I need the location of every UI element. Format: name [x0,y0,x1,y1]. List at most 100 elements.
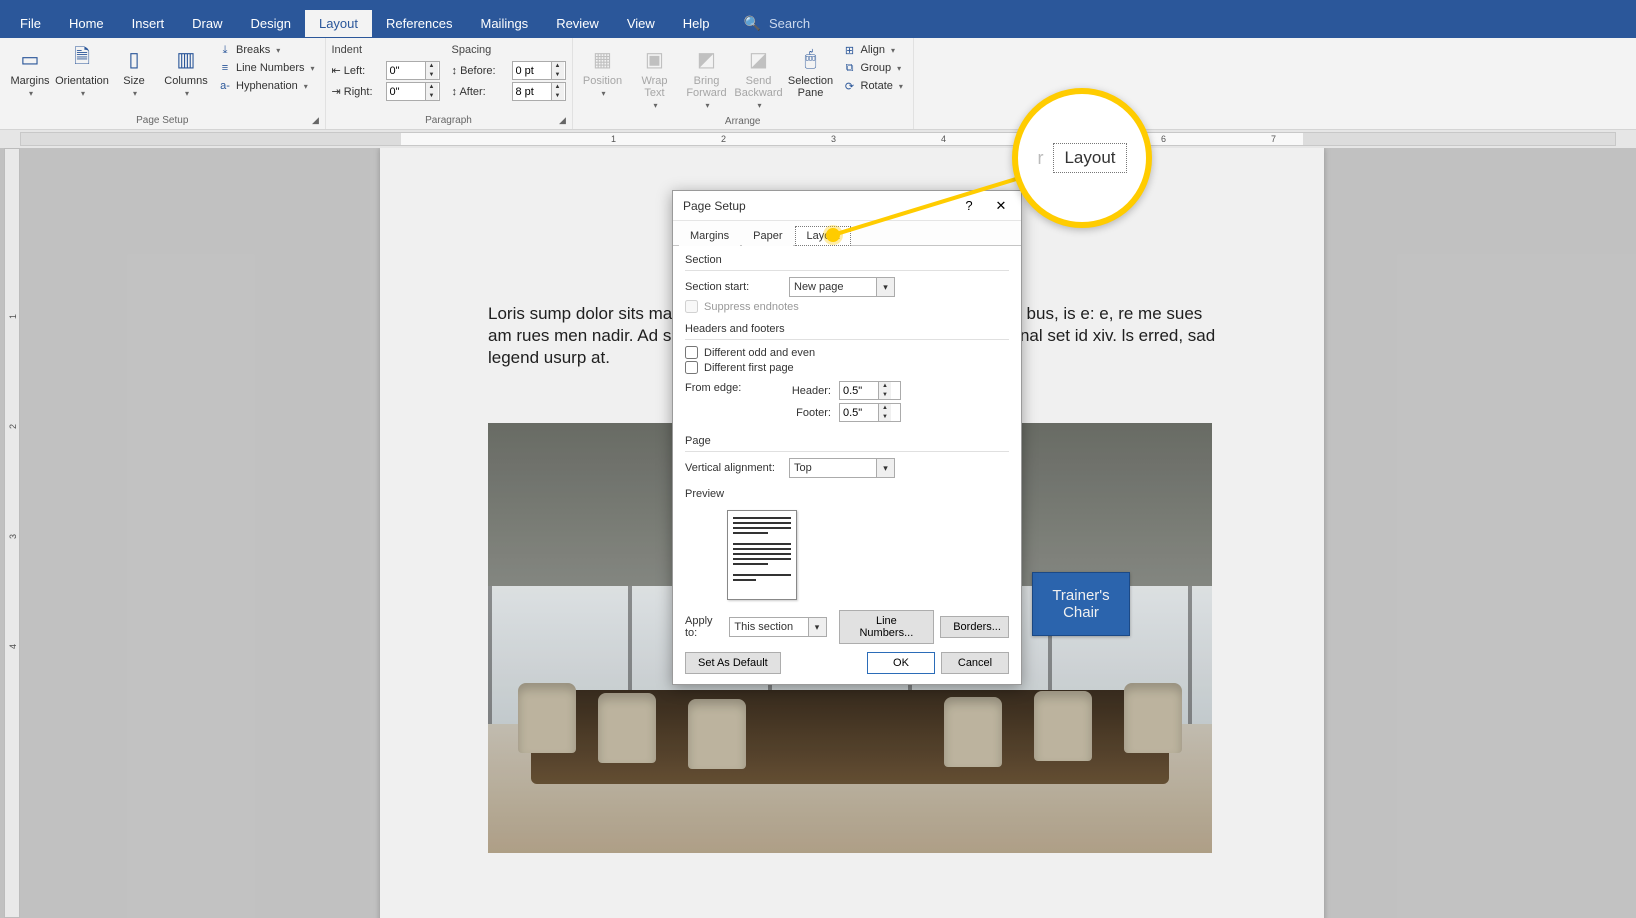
cancel-button[interactable]: Cancel [941,652,1009,674]
page-setup-launcher[interactable]: ◢ [310,114,322,126]
dialog-tab-paper[interactable]: Paper [742,226,793,246]
ribbon-panel: ▭ Margins▾ 🗎 Orientation▾ ▯ Size▾ ▥ Colu… [0,38,1636,130]
breaks-label: Breaks [236,44,270,56]
after-label: ↕ After: [452,86,508,98]
apply-to-label: Apply to: [685,615,723,639]
backward-button[interactable]: ◪Send Backward▾ [735,42,783,113]
first-page-checkbox[interactable] [685,361,698,374]
indent-right-spinner[interactable]: ▲▼ [386,82,440,101]
tab-draw[interactable]: Draw [178,10,236,37]
size-label: Size [123,75,144,87]
tab-layout[interactable]: Layout [305,10,372,37]
orientation-label: Orientation [55,75,109,87]
apply-to-combo[interactable]: This section▾ [729,617,826,637]
odd-even-checkbox[interactable] [685,346,698,359]
columns-label: Columns [164,75,207,87]
align-button[interactable]: ⊞Align▾ [839,42,907,58]
tab-review[interactable]: Review [542,10,613,37]
ok-button[interactable]: OK [867,652,935,674]
set-default-button[interactable]: Set As Default [685,652,781,674]
selection-icon: 🖱 [795,45,827,73]
apply-to-value: This section [730,621,807,633]
section-start-combo[interactable]: New page▾ [789,277,895,297]
header-spinner[interactable]: ▲▼ [839,381,901,400]
indent-right-value[interactable] [387,86,425,98]
line-numbers-button[interactable]: ≡Line Numbers▾ [214,60,319,76]
indent-left-spinner[interactable]: ▲▼ [386,61,440,80]
group-icon: ⧉ [843,61,857,75]
margins-button[interactable]: ▭ Margins▾ [6,42,54,101]
position-icon: ▦ [587,45,619,73]
indent-left-value[interactable] [387,65,425,77]
footer-value[interactable] [840,407,878,419]
mag-layout-tab: Layout [1053,143,1126,173]
indent-heading: Indent [332,42,440,59]
page-heading: Page [685,435,1009,452]
size-button[interactable]: ▯ Size▾ [110,42,158,101]
align-icon: ⊞ [843,43,857,57]
suppress-endnotes-checkbox [685,300,698,313]
columns-button[interactable]: ▥ Columns▾ [162,42,210,101]
from-edge-label: From edge: [685,378,757,425]
spacing-heading: Spacing [452,42,566,59]
selection-pane-button[interactable]: 🖱Selection Pane [787,42,835,102]
align-label: Align [861,44,885,56]
tab-mailings[interactable]: Mailings [467,10,543,37]
before-spinner[interactable]: ▲▼ [512,61,566,80]
borders-btn[interactable]: Borders... [940,616,1009,638]
indent-left-label: ⇤ Left: [332,64,382,77]
paragraph-title: Paragraph [332,112,566,129]
suppress-endnotes-label: Suppress endnotes [704,301,799,313]
valign-combo[interactable]: Top▾ [789,458,895,478]
orientation-icon: 🗎 [66,45,98,73]
section-start-label: Section start: [685,281,781,293]
before-value[interactable] [513,65,551,77]
tab-file[interactable]: File [6,10,55,37]
tab-insert[interactable]: Insert [118,10,179,37]
tab-view[interactable]: View [613,10,669,37]
footer-spinner[interactable]: ▲▼ [839,403,901,422]
tab-help[interactable]: Help [669,10,724,37]
dialog-tab-margins[interactable]: Margins [679,226,740,246]
position-label: Position [583,75,622,87]
group-button[interactable]: ⧉Group▾ [839,60,907,76]
rotate-label: Rotate [861,80,893,92]
rotate-button[interactable]: ⟳Rotate▾ [839,78,907,94]
search-icon: 🔍 [744,15,761,32]
mag-left: r [1037,148,1043,169]
tell-me[interactable]: 🔍 [744,15,889,32]
breaks-button[interactable]: ⤓Breaks▾ [214,42,319,58]
tab-home[interactable]: Home [55,10,118,37]
hyphenation-button[interactable]: a-Hyphenation▾ [214,78,319,94]
header-value[interactable] [840,385,878,397]
forward-button[interactable]: ◩Bring Forward▾ [683,42,731,113]
size-icon: ▯ [118,45,150,73]
search-input[interactable] [769,16,889,31]
tab-references[interactable]: References [372,10,466,37]
ribbon-tabs: File Home Insert Draw Design Layout Refe… [0,8,1636,38]
hf-heading: Headers and footers [685,323,1009,340]
ruler-horizontal[interactable]: 1 2 3 4 5 6 7 [0,130,1636,148]
paragraph-launcher[interactable]: ◢ [557,114,569,126]
forward-label: Bring Forward [685,75,729,99]
after-value[interactable] [513,86,551,98]
dialog-title: Page Setup [683,199,746,213]
wrap-label: Wrap Text [633,75,677,99]
wrap-button[interactable]: ▣Wrap Text▾ [631,42,679,113]
preview-heading: Preview [685,488,1009,504]
backward-icon: ◪ [743,45,775,73]
margins-icon: ▭ [14,45,46,73]
line-numbers-icon: ≡ [218,61,232,75]
line-numbers-btn[interactable]: Line Numbers... [839,610,935,644]
position-button[interactable]: ▦Position▾ [579,42,627,101]
group-paragraph: Indent ⇤ Left: ▲▼ ⇥ Right: ▲▼ Spacing ↕ … [326,38,573,129]
tab-design[interactable]: Design [237,10,305,37]
ruler-vertical[interactable]: 1 2 3 4 [4,148,20,918]
arrange-title: Arrange [579,113,907,130]
hyphenation-icon: a- [218,79,232,93]
callout-trainers-chair[interactable]: Trainer's Chair [1032,572,1130,636]
orientation-button[interactable]: 🗎 Orientation▾ [58,42,106,101]
after-spinner[interactable]: ▲▼ [512,82,566,101]
dialog-close-button[interactable]: ✕ [987,194,1015,218]
hyphenation-label: Hyphenation [236,80,298,92]
